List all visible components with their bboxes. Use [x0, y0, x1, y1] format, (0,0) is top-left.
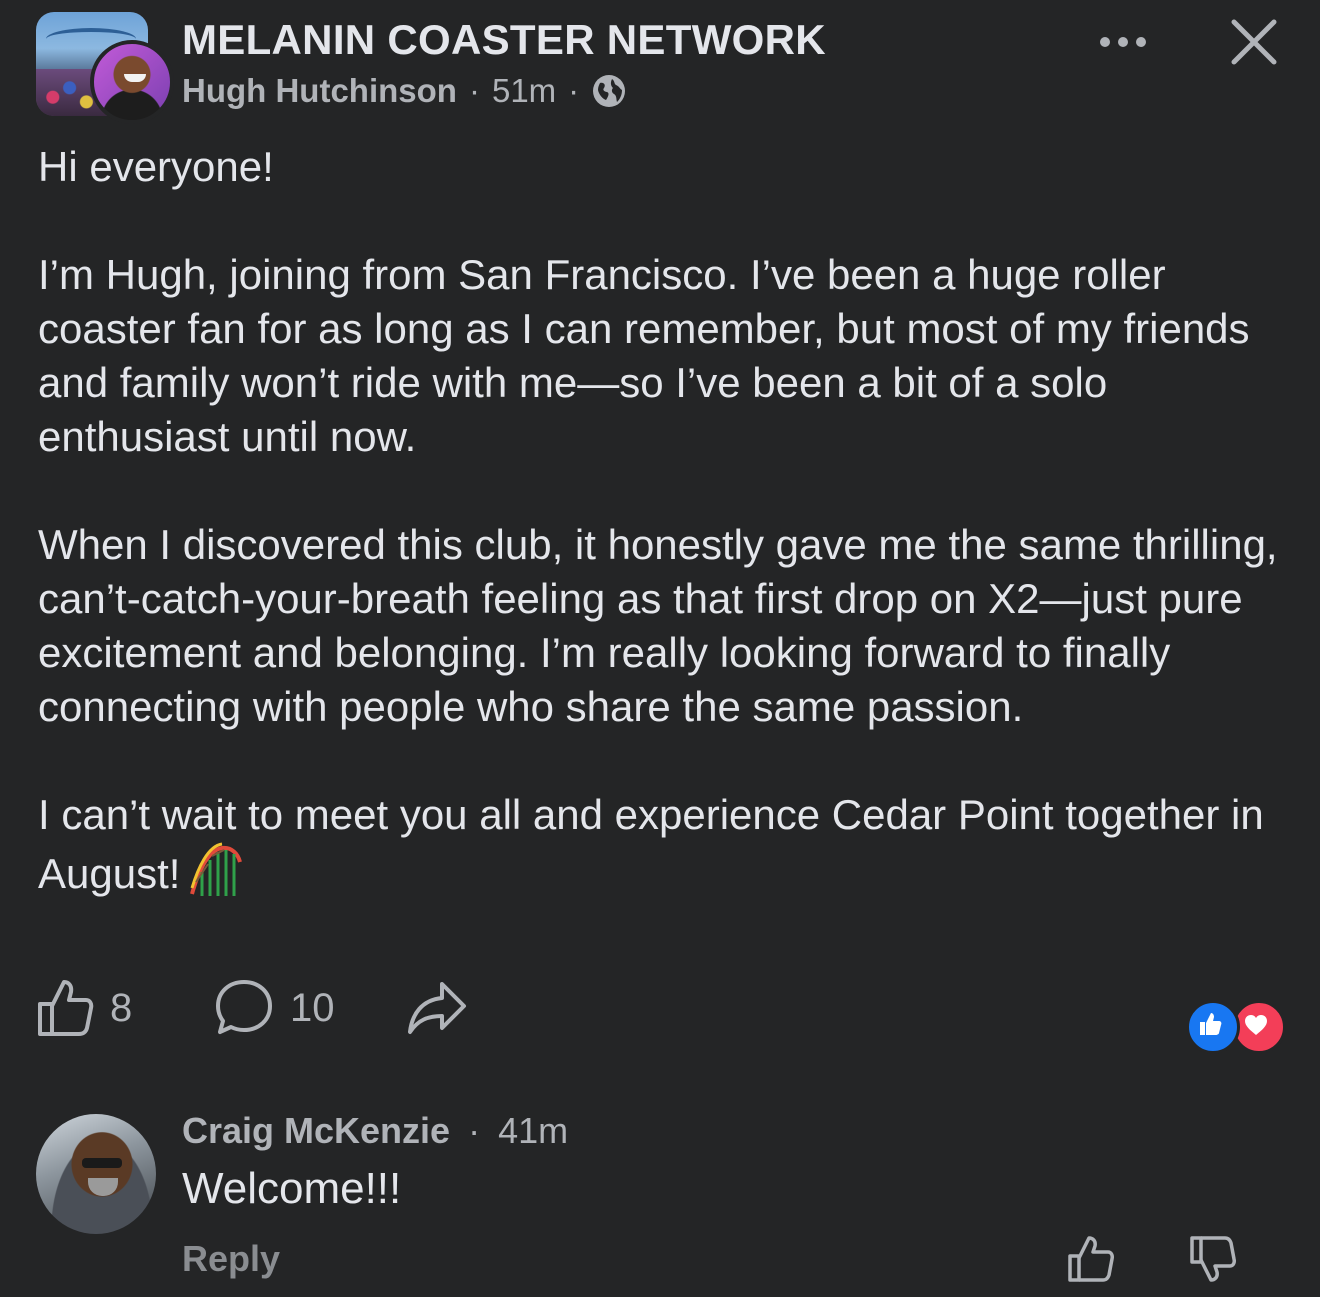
globe-icon — [593, 75, 626, 107]
comment-meta-separator: · — [468, 1110, 481, 1151]
comment-count: 10 — [290, 985, 335, 1030]
close-icon[interactable] — [1230, 18, 1278, 66]
author-name[interactable]: Hugh Hutchinson — [182, 72, 457, 110]
smile-graphic — [124, 74, 146, 82]
more-dots-icon[interactable] — [1098, 32, 1148, 52]
post-header: MELANIN COASTER NETWORK Hugh Hutchinson … — [0, 0, 1320, 130]
post-actions: 8 10 — [36, 978, 1286, 1042]
comment-time: 41m — [498, 1110, 569, 1151]
meta-separator: · — [468, 72, 480, 109]
post-time[interactable]: 51m — [492, 72, 556, 110]
meta-separator: · — [568, 72, 580, 109]
comment-upvote-icon[interactable] — [1066, 1234, 1116, 1284]
commenter-name[interactable]: Craig McKenzie — [182, 1110, 450, 1151]
comment-downvote-icon[interactable] — [1188, 1234, 1238, 1284]
sunglasses-graphic — [82, 1158, 122, 1168]
commenter-avatar[interactable] — [36, 1114, 156, 1234]
like-reaction-icon — [1186, 1000, 1240, 1054]
post-meta: Hugh Hutchinson · 51m · — [182, 72, 627, 110]
post-paragraph: Hi everyone! — [38, 143, 274, 190]
like-count: 8 — [110, 985, 133, 1030]
group-name[interactable]: MELANIN COASTER NETWORK — [182, 16, 826, 64]
post-paragraph: I’m Hugh, joining from San Francisco. I’… — [38, 251, 1250, 460]
thumbs-up-icon — [38, 980, 94, 1036]
post-paragraph: When I discovered this club, it honestly… — [38, 521, 1278, 730]
reaction-summary[interactable] — [1186, 1000, 1286, 1054]
reply-button[interactable]: Reply — [182, 1238, 280, 1280]
comment-meta: Craig McKenzie · 41m — [182, 1110, 568, 1152]
author-avatar[interactable] — [90, 40, 174, 124]
comment-bubble-icon — [216, 980, 272, 1034]
post-paragraph-last: I can’t wait to meet you all and experie… — [38, 788, 1298, 901]
love-reaction-icon — [1232, 1000, 1286, 1054]
like-button[interactable]: 8 — [36, 978, 132, 1038]
share-button[interactable] — [406, 978, 468, 1038]
beard-graphic — [88, 1178, 118, 1196]
share-arrow-icon — [408, 982, 466, 1034]
comment-text: Welcome!!! — [182, 1164, 402, 1213]
comment-button[interactable]: 10 — [214, 978, 335, 1038]
post-body: Hi everyone! I’m Hugh, joining from San … — [38, 140, 1298, 901]
roller-coaster-emoji — [190, 842, 243, 896]
